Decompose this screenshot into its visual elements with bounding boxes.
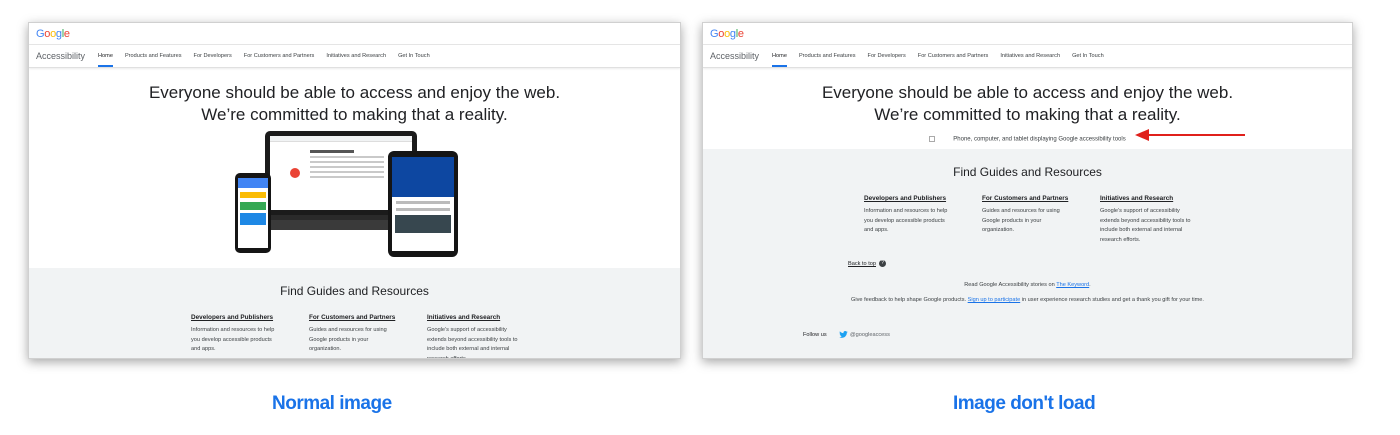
guide-column: For Customers and Partners Guides and re… bbox=[309, 314, 400, 358]
guide-description: Guides and resources for using Google pr… bbox=[309, 327, 387, 352]
broken-image-alt-text: Phone, computer, and tablet displaying G… bbox=[703, 136, 1352, 143]
tab-for-developers[interactable]: For Developers bbox=[868, 45, 906, 67]
sign-up-to-participate-link[interactable]: Sign up to participate bbox=[968, 297, 1021, 303]
site-nav: Accessibility Home Products and Features… bbox=[703, 45, 1352, 68]
guide-description: Google’s support of accessibility extend… bbox=[1100, 208, 1191, 243]
tab-products-and-features[interactable]: Products and Features bbox=[799, 45, 856, 67]
screenshot-broken-image: Google Accessibility Home Products and F… bbox=[702, 22, 1353, 359]
guides-section: Find Guides and Resources Developers and… bbox=[703, 149, 1352, 313]
tab-products-and-features[interactable]: Products and Features bbox=[125, 45, 182, 67]
developers-and-publishers-link[interactable]: Developers and Publishers bbox=[864, 195, 955, 202]
hero-line-2: We’re committed to making that a reality… bbox=[201, 105, 508, 124]
caption-normal-image: Normal image bbox=[272, 393, 392, 414]
guide-column: Initiatives and Research Google’s suppor… bbox=[1100, 195, 1191, 245]
tab-home[interactable]: Home bbox=[772, 45, 787, 67]
tab-for-customers-and-partners[interactable]: For Customers and Partners bbox=[918, 45, 989, 67]
help-icon[interactable]: ? bbox=[879, 260, 886, 267]
guide-description: Guides and resources for using Google pr… bbox=[982, 208, 1060, 233]
phone-illustration bbox=[234, 173, 271, 253]
the-keyword-link[interactable]: The Keyword bbox=[1056, 282, 1089, 288]
tab-for-customers-and-partners[interactable]: For Customers and Partners bbox=[244, 45, 315, 67]
site-nav: Accessibility Home Products and Features… bbox=[29, 45, 680, 68]
developers-and-publishers-link[interactable]: Developers and Publishers bbox=[191, 314, 282, 321]
stories-line: Read Google Accessibility stories on The… bbox=[964, 282, 1091, 288]
site-name[interactable]: Accessibility bbox=[36, 45, 85, 67]
tab-home[interactable]: Home bbox=[98, 45, 113, 67]
tab-get-in-touch[interactable]: Get In Touch bbox=[398, 45, 430, 67]
hero-line-1: Everyone should be able to access and en… bbox=[821, 83, 1234, 102]
follow-us-label: Follow us bbox=[803, 332, 827, 338]
guide-column: Developers and Publishers Information an… bbox=[191, 314, 282, 358]
tablet-illustration bbox=[387, 151, 458, 257]
guide-description: Google’s support of accessibility extend… bbox=[427, 327, 518, 359]
hero-line-2: We’re committed to making that a reality… bbox=[874, 105, 1181, 124]
guides-section: Find Guides and Resources Developers and… bbox=[29, 268, 680, 358]
alt-text: Phone, computer, and tablet displaying G… bbox=[953, 136, 1126, 143]
top-bar: Google bbox=[29, 23, 680, 45]
devices-image bbox=[234, 131, 475, 259]
guides-heading: Find Guides and Resources bbox=[953, 165, 1102, 179]
hero: Everyone should be able to access and en… bbox=[703, 68, 1352, 143]
broken-image-icon bbox=[929, 136, 936, 142]
tab-initiatives-and-research[interactable]: Initiatives and Research bbox=[326, 45, 386, 67]
guide-description: Information and resources to help you de… bbox=[191, 327, 275, 352]
customers-and-partners-link[interactable]: For Customers and Partners bbox=[309, 314, 400, 321]
guide-column: For Customers and Partners Guides and re… bbox=[982, 195, 1073, 245]
tab-get-in-touch[interactable]: Get In Touch bbox=[1072, 45, 1104, 67]
google-logo[interactable]: Google bbox=[36, 28, 70, 40]
microphone-icon bbox=[289, 168, 300, 178]
hero: Everyone should be able to access and en… bbox=[29, 68, 680, 259]
caption-image-dont-load: Image don't load bbox=[953, 393, 1096, 414]
top-bar: Google bbox=[703, 23, 1352, 45]
feedback-line: Give feedback to help shape Google produ… bbox=[851, 297, 1204, 303]
back-to-top-link[interactable]: Back to top bbox=[848, 261, 876, 267]
guide-column: Initiatives and Research Google’s suppor… bbox=[427, 314, 518, 359]
guides-heading: Find Guides and Resources bbox=[280, 284, 429, 298]
initiatives-and-research-link[interactable]: Initiatives and Research bbox=[427, 314, 518, 321]
guide-column: Developers and Publishers Information an… bbox=[864, 195, 955, 245]
google-logo[interactable]: Google bbox=[710, 28, 744, 40]
twitter-icon[interactable] bbox=[839, 331, 848, 338]
twitter-handle-link[interactable]: @googleaccess bbox=[850, 332, 890, 338]
tab-initiatives-and-research[interactable]: Initiatives and Research bbox=[1000, 45, 1060, 67]
guide-description: Information and resources to help you de… bbox=[864, 208, 948, 233]
hero-line-1: Everyone should be able to access and en… bbox=[148, 83, 561, 102]
screenshot-normal-image: Google Accessibility Home Products and F… bbox=[28, 22, 681, 359]
site-name[interactable]: Accessibility bbox=[710, 45, 759, 67]
follow-bar: Follow us @googleaccess bbox=[703, 313, 1352, 358]
tab-for-developers[interactable]: For Developers bbox=[194, 45, 232, 67]
red-arrow-annotation bbox=[1135, 129, 1245, 141]
customers-and-partners-link[interactable]: For Customers and Partners bbox=[982, 195, 1073, 202]
initiatives-and-research-link[interactable]: Initiatives and Research bbox=[1100, 195, 1191, 202]
